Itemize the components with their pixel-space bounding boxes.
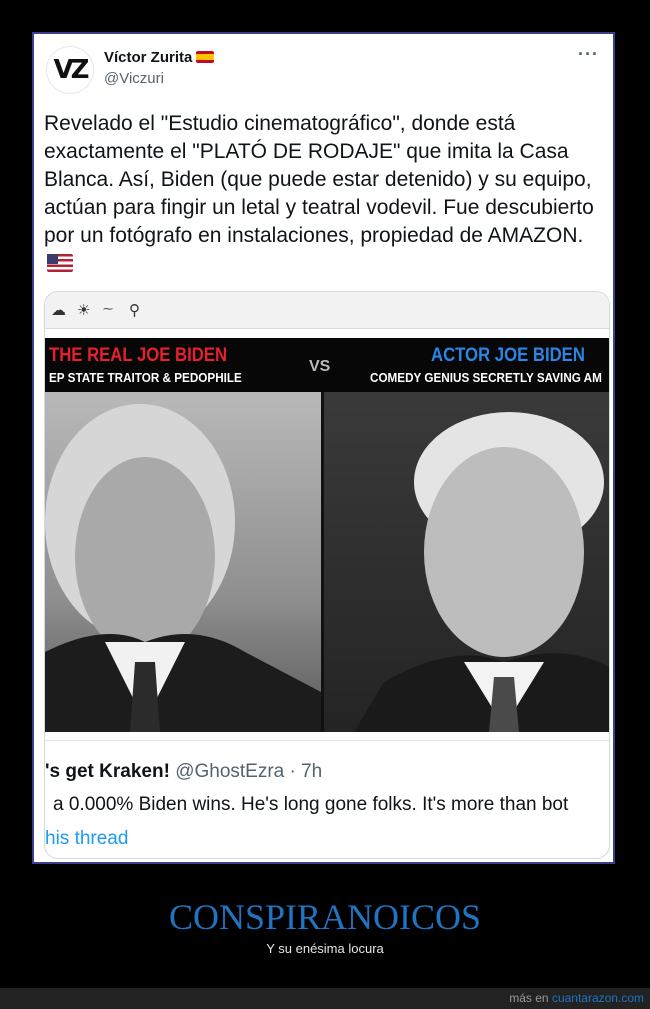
quoted-handle-time: @GhostEzra · 7h: [175, 761, 323, 782]
footer-text: más en cuantarazon.com: [509, 991, 644, 1005]
author-name[interactable]: Víctor Zurita: [104, 49, 215, 66]
author-name-text: Víctor Zurita: [104, 49, 193, 66]
tweet-text-content: Revelado el "Estudio cinematográfico", d…: [44, 112, 594, 247]
show-thread-link[interactable]: his thread: [45, 828, 128, 850]
quoted-tweet[interactable]: 's get Kraken! @GhostEzra · 7h a 0.000% …: [45, 740, 609, 849]
more-options-icon[interactable]: ···: [578, 44, 599, 65]
image-topbar: ☁ ☀ ⁓ ⚲: [45, 292, 609, 329]
author-handle[interactable]: @Viczuri: [104, 70, 164, 87]
embedded-image-card[interactable]: ☁ ☀ ⁓ ⚲ THE REAL JOE BIDEN EP STATE TRAI…: [44, 291, 610, 859]
left-portrait: [45, 392, 321, 732]
tweet-text: Revelado el "Estudio cinematográfico", d…: [44, 110, 600, 278]
right-portrait: [324, 392, 609, 732]
logo-icon: ⁓: [103, 304, 113, 315]
tweet-frame: VZ Víctor Zurita @Viczuri ··· Revelado e…: [32, 32, 615, 864]
tweet-card: VZ Víctor Zurita @Viczuri ··· Revelado e…: [36, 36, 611, 860]
quoted-author-name: 's get Kraken!: [45, 761, 170, 782]
quoted-author: 's get Kraken! @GhostEzra · 7h: [45, 761, 322, 783]
site-link[interactable]: cuantarazon.com: [552, 991, 644, 1005]
caption-subtitle: Y su enésima locura: [266, 941, 384, 956]
biden-comparison-photo: THE REAL JOE BIDEN EP STATE TRAITOR & PE…: [45, 338, 609, 732]
usa-flag-icon: [47, 254, 73, 272]
caption-title: CONSPIRANOICOS: [168, 897, 482, 937]
sun-icon: ☀: [77, 302, 91, 319]
cloud-icon: ☁: [51, 302, 66, 319]
search-icon: ⚲: [129, 302, 140, 319]
left-subtitle: EP STATE TRAITOR & PEDOPHILE: [49, 370, 242, 385]
photo-banner: THE REAL JOE BIDEN EP STATE TRAITOR & PE…: [45, 338, 609, 392]
right-subtitle: COMEDY GENIUS SECRETLY SAVING AM: [370, 370, 602, 385]
avatar-logo: VZ: [53, 55, 90, 85]
right-title: ACTOR JOE BIDEN: [431, 345, 585, 366]
quoted-text: a 0.000% Biden wins. He's long gone folk…: [53, 794, 569, 815]
footer-bar: más en cuantarazon.com: [0, 988, 650, 1009]
left-title: THE REAL JOE BIDEN: [49, 345, 228, 366]
footer-prefix: más en: [509, 991, 549, 1005]
avatar[interactable]: VZ: [46, 46, 94, 94]
versus-label: VS: [309, 358, 331, 375]
spain-flag-icon: [196, 51, 215, 63]
